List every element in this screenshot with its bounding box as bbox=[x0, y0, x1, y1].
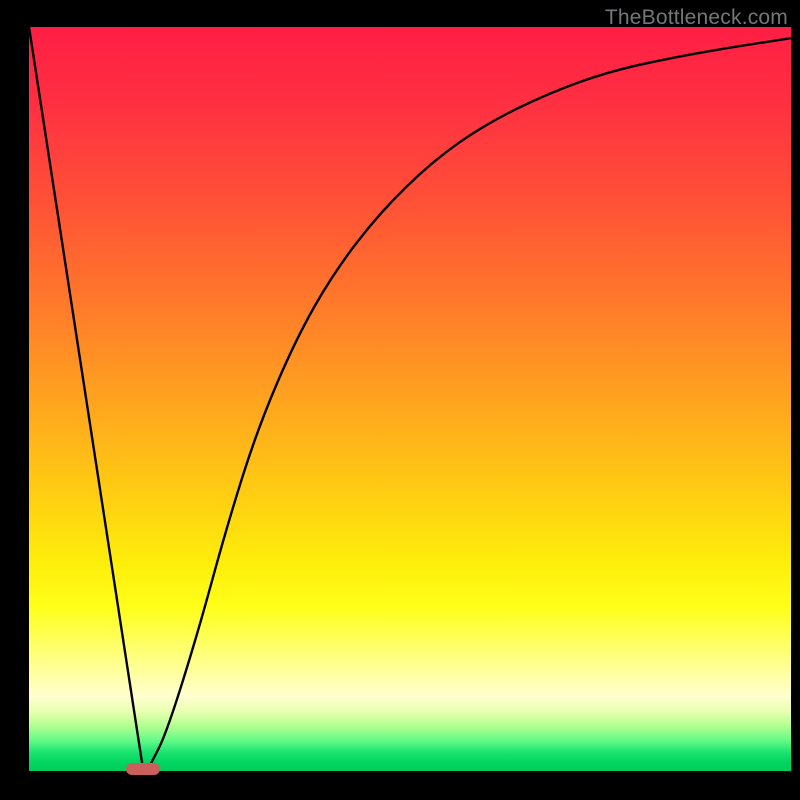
chart-frame: TheBottleneck.com bbox=[0, 0, 800, 800]
bottleneck-curve bbox=[29, 27, 791, 771]
watermark-text: TheBottleneck.com bbox=[605, 6, 788, 30]
plot-area bbox=[29, 27, 791, 771]
optimal-marker bbox=[126, 763, 160, 775]
